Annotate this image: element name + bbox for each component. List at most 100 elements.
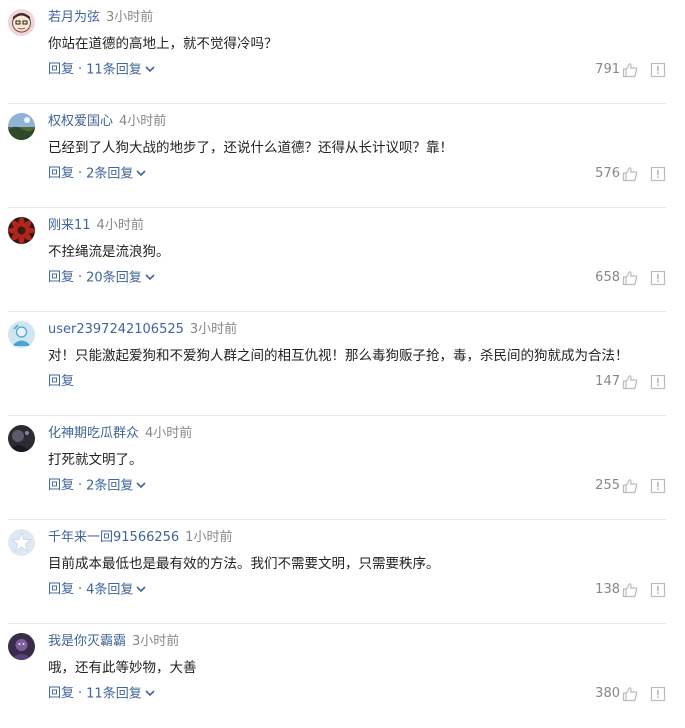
comment-item: 刚来11 4小时前 不拴绳流是流浪狗。 回复 · 20条回复 658 [0, 208, 685, 312]
separator: · [78, 270, 83, 286]
comment-right-actions: 658 [595, 268, 666, 288]
like-count: 255 [595, 478, 620, 493]
thumbs-up-icon[interactable] [622, 686, 638, 702]
thumbs-up-icon[interactable] [622, 582, 638, 598]
like-count: 147 [595, 374, 620, 389]
chevron-down-icon [145, 268, 155, 288]
reply-button[interactable]: 回复 [48, 684, 74, 704]
avatar[interactable] [8, 113, 35, 140]
comment-actions: 回复 · 2条回复 [48, 476, 147, 497]
separator: · [78, 582, 83, 598]
comment-item: 若月为弦 3小时前 你站在道德的高地上，就不觉得冷吗？ 回复 · 11条回复 79… [0, 0, 685, 104]
comment-meta: 若月为弦 3小时前 [48, 8, 153, 28]
chevron-down-icon [136, 580, 147, 600]
comment-text: 哦，还有此等妙物，大善 [48, 660, 197, 676]
replies-toggle[interactable]: 2条回复 [86, 164, 147, 185]
report-icon[interactable] [650, 582, 666, 598]
username[interactable]: 化神期吃瓜群众 [48, 426, 139, 441]
reply-count: 2条回复 [86, 478, 134, 494]
comment-meta: user2397242106525 3小时前 [48, 320, 237, 340]
report-icon[interactable] [650, 374, 666, 390]
comment-meta: 化神期吃瓜群众 4小时前 [48, 424, 192, 444]
timestamp: 3小时前 [189, 322, 238, 337]
reply-count: 20条回复 [86, 270, 142, 286]
reply-button[interactable]: 回复 [48, 580, 74, 600]
avatar[interactable] [8, 321, 35, 348]
thumbs-up-icon[interactable] [622, 270, 638, 286]
comment-list: 若月为弦 3小时前 你站在道德的高地上，就不觉得冷吗？ 回复 · 11条回复 79… [0, 0, 685, 728]
reply-button[interactable]: 回复 [48, 372, 74, 392]
comment-actions: 回复 · 11条回复 [48, 60, 155, 81]
avatar[interactable] [8, 9, 35, 36]
avatar[interactable] [8, 217, 35, 244]
reply-count: 11条回复 [86, 62, 142, 78]
comment-text: 打死就文明了。 [48, 452, 143, 468]
comment-text: 已经到了人狗大战的地步了，还说什么道德？还得从长计议呗？靠！ [48, 140, 453, 156]
comment-actions: 回复 · 2条回复 [48, 164, 147, 185]
comment-text: 不拴绳流是流浪狗。 [48, 244, 170, 260]
chevron-down-icon [136, 164, 147, 184]
reply-button[interactable]: 回复 [48, 268, 74, 288]
like-count: 138 [595, 582, 620, 597]
chevron-down-icon [145, 60, 155, 80]
chevron-down-icon [136, 476, 147, 496]
timestamp: 4小时前 [145, 426, 193, 441]
timestamp: 4小时前 [119, 114, 167, 129]
comment-meta: 权权爱国心 4小时前 [48, 112, 166, 132]
comment-actions: 回复 [48, 372, 74, 392]
report-icon[interactable] [650, 270, 666, 286]
comment-text: 对！只能激起爱狗和不爱狗人群之间的相互仇视！那么毒狗贩子抢，毒，杀民间的狗就成为… [48, 348, 629, 364]
comment-actions: 回复 · 20条回复 [48, 268, 155, 289]
comment-right-actions: 255 [595, 476, 666, 496]
replies-toggle[interactable]: 20条回复 [86, 268, 155, 289]
like-count: 658 [595, 270, 620, 285]
username[interactable]: user2397242106525 [48, 322, 184, 337]
timestamp: 4小时前 [96, 218, 144, 233]
reply-button[interactable]: 回复 [48, 60, 74, 80]
comment-right-actions: 576 [595, 164, 666, 184]
comment-actions: 回复 · 4条回复 [48, 580, 147, 601]
thumbs-up-icon[interactable] [622, 478, 638, 494]
comment-right-actions: 380 [595, 684, 666, 704]
like-count: 791 [595, 62, 620, 77]
report-icon[interactable] [650, 166, 666, 182]
thumbs-up-icon[interactable] [622, 166, 638, 182]
username[interactable]: 若月为弦 [48, 10, 100, 25]
timestamp: 3小时前 [106, 10, 154, 25]
username[interactable]: 我是你灭霸霸 [48, 634, 126, 649]
chevron-down-icon [145, 684, 155, 704]
thumbs-up-icon[interactable] [622, 374, 638, 390]
replies-toggle[interactable]: 11条回复 [86, 60, 155, 81]
replies-toggle[interactable]: 11条回复 [86, 684, 155, 705]
report-icon[interactable] [650, 478, 666, 494]
comment-item: user2397242106525 3小时前 对！只能激起爱狗和不爱狗人群之间的相… [0, 312, 685, 416]
avatar[interactable] [8, 425, 35, 452]
comment-meta: 刚来11 4小时前 [48, 216, 144, 236]
reply-count: 2条回复 [86, 166, 134, 182]
separator: · [78, 686, 83, 702]
comment-right-actions: 147 [595, 372, 666, 392]
username[interactable]: 千年来一回91566256 [48, 530, 179, 545]
avatar[interactable] [8, 633, 35, 660]
username[interactable]: 权权爱国心 [48, 114, 113, 129]
report-icon[interactable] [650, 62, 666, 78]
comment-item: 千年来一回91566256 1小时前 目前成本最低也是最有效的方法。我们不需要文明… [0, 520, 685, 624]
username[interactable]: 刚来11 [48, 218, 91, 233]
comment-text: 你站在道德的高地上，就不觉得冷吗？ [48, 36, 278, 52]
replies-toggle[interactable]: 4条回复 [86, 580, 147, 601]
comment-item: 我是你灭霸霸 3小时前 哦，还有此等妙物，大善 回复 · 11条回复 380 [0, 624, 685, 728]
reply-count: 11条回复 [86, 686, 142, 702]
timestamp: 3小时前 [132, 634, 180, 649]
report-icon[interactable] [650, 686, 666, 702]
separator: · [78, 166, 83, 182]
reply-button[interactable]: 回复 [48, 476, 74, 496]
reply-count: 4条回复 [86, 582, 134, 598]
comment-text: 目前成本最低也是最有效的方法。我们不需要文明，只需要秩序。 [48, 556, 440, 572]
comment-meta: 千年来一回91566256 1小时前 [48, 528, 232, 548]
like-count: 576 [595, 166, 620, 181]
separator: · [78, 478, 83, 494]
replies-toggle[interactable]: 2条回复 [86, 476, 147, 497]
reply-button[interactable]: 回复 [48, 164, 74, 184]
avatar[interactable] [8, 529, 35, 556]
thumbs-up-icon[interactable] [622, 62, 638, 78]
